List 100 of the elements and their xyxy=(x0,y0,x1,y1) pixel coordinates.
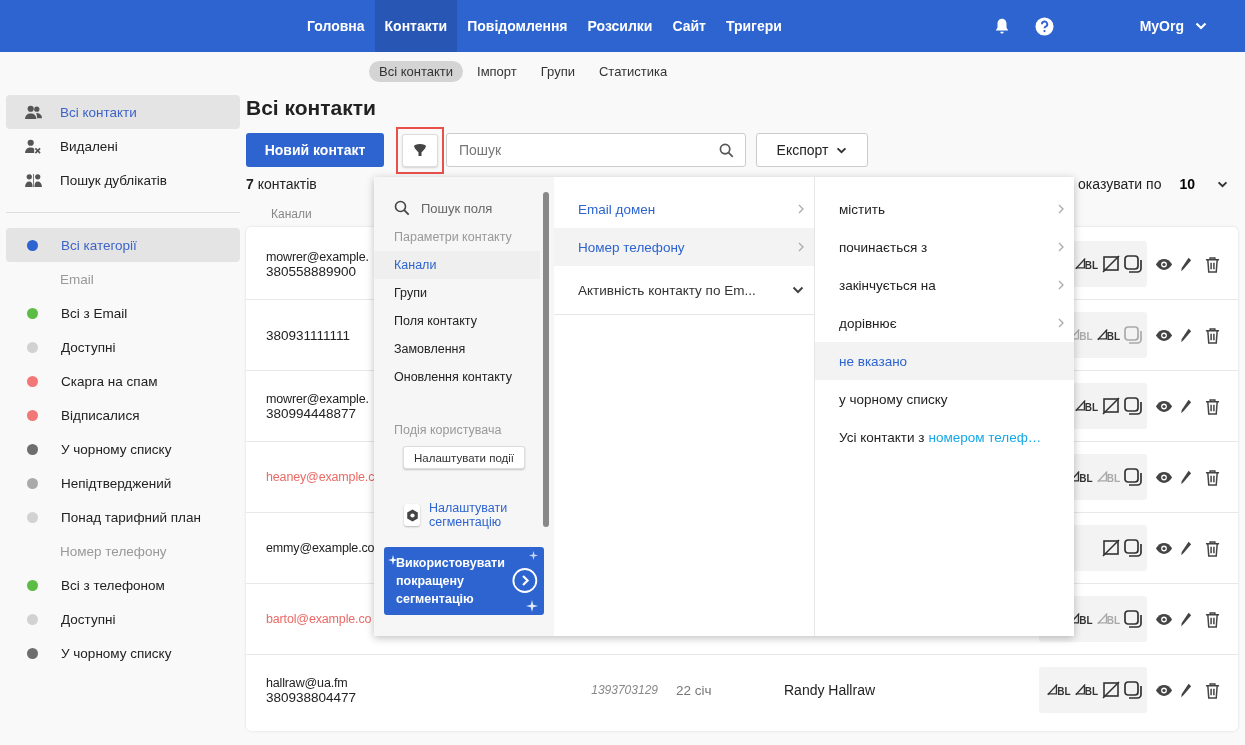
settings-icon[interactable] xyxy=(404,504,420,527)
delete-icon[interactable] xyxy=(1205,468,1220,486)
edit-icon[interactable] xyxy=(1180,681,1192,699)
edit-icon[interactable] xyxy=(1180,468,1192,486)
advanced-segmentation-button[interactable]: Використовувати покращену сегментацію xyxy=(384,546,544,615)
condition-item[interactable]: дорівнює xyxy=(815,304,1074,342)
menu-item[interactable]: Групи xyxy=(374,279,554,307)
message-off-icon[interactable] xyxy=(1102,255,1120,273)
page-size-select[interactable]: 10 xyxy=(1179,176,1228,192)
edit-icon[interactable] xyxy=(1180,397,1192,415)
export-button[interactable]: Експорт xyxy=(756,133,868,167)
contact-email: mowrer@example. xyxy=(266,249,369,264)
category-item[interactable]: Непідтверджений xyxy=(6,466,240,500)
delete-icon[interactable] xyxy=(1205,397,1220,415)
condition-text: Усі контакти з xyxy=(839,429,925,445)
view-icon[interactable] xyxy=(1155,257,1173,271)
menu-item[interactable]: Замовлення xyxy=(374,335,554,363)
contact-phone: 380558889900 xyxy=(266,263,357,279)
category-heading: Номер телефону xyxy=(59,542,168,561)
category-item[interactable]: Всі категорії xyxy=(6,228,240,262)
message-off-icon[interactable] xyxy=(1102,539,1120,557)
category-item[interactable]: Понад тарифний план xyxy=(6,500,240,534)
view-icon[interactable] xyxy=(1155,612,1173,626)
contact-email: emmy@example.co xyxy=(266,541,375,555)
condition-item[interactable]: містить xyxy=(815,190,1074,228)
help-icon[interactable] xyxy=(1034,16,1054,36)
segmentation-settings-link[interactable]: Налаштувати сегментацію xyxy=(429,501,524,530)
filter-button[interactable] xyxy=(402,133,438,167)
person-remove-icon xyxy=(25,138,42,154)
field-item[interactable]: Активність контакту по Em... xyxy=(554,266,814,315)
menu-item[interactable]: Оновлення контакту xyxy=(374,363,554,391)
stacked-squares-icon[interactable] xyxy=(1124,397,1143,415)
stacked-squares-icon[interactable] xyxy=(1124,681,1143,699)
subnav-tab[interactable]: Всі контакти xyxy=(369,60,463,82)
nav-tab[interactable]: Контакти xyxy=(374,0,458,52)
chevron-right-icon xyxy=(1058,242,1064,252)
stacked-squares-icon[interactable] xyxy=(1124,610,1143,628)
chevron-right-icon xyxy=(1058,280,1064,290)
people-split-icon xyxy=(25,172,42,188)
view-icon[interactable] xyxy=(1155,328,1173,342)
field-item[interactable]: Email домен xyxy=(554,190,814,228)
category-item[interactable]: Доступні xyxy=(6,602,240,636)
delete-icon[interactable] xyxy=(1205,255,1220,273)
delete-icon[interactable] xyxy=(1205,681,1220,699)
sparkle-icon xyxy=(526,599,538,612)
category-item[interactable]: Доступні xyxy=(6,330,240,364)
sidebar-item[interactable]: Всі контакти xyxy=(6,95,240,129)
message-off-icon[interactable] xyxy=(1102,397,1120,415)
category-item[interactable]: Всі з телефоном xyxy=(6,568,240,602)
delete-icon[interactable] xyxy=(1205,326,1220,344)
category-item[interactable]: У чорному списку xyxy=(6,432,240,466)
condition-item[interactable]: закінчується на xyxy=(815,266,1074,304)
field-item[interactable]: Номер телефону xyxy=(554,228,814,266)
view-icon[interactable] xyxy=(1155,683,1173,697)
sidebar-item[interactable]: Видалені xyxy=(6,129,240,163)
subnav-tab[interactable]: Статистика xyxy=(588,60,678,82)
sidebar-item[interactable]: Пошук дублікатів xyxy=(6,163,240,197)
edit-icon[interactable] xyxy=(1180,255,1192,273)
category-heading: Email xyxy=(59,270,95,289)
edit-icon[interactable] xyxy=(1180,326,1192,344)
arrow-circle-icon xyxy=(512,567,538,595)
configure-events-button[interactable]: Налаштувати події xyxy=(403,446,526,469)
subnav-tab[interactable]: Групи xyxy=(530,60,585,82)
nav-tab[interactable]: Розсилки xyxy=(577,0,663,52)
view-icon[interactable] xyxy=(1155,541,1173,555)
condition-item[interactable]: починається з xyxy=(815,228,1074,266)
people-icon xyxy=(25,104,42,120)
view-icon[interactable] xyxy=(1155,470,1173,484)
condition-item[interactable]: Усі контакти з номером телеф… xyxy=(815,418,1074,456)
stacked-squares-icon[interactable] xyxy=(1124,255,1143,273)
nav-tab[interactable]: Тригери xyxy=(715,0,792,52)
menu-item[interactable]: Поля контакту xyxy=(374,307,554,335)
category-item[interactable]: Відписалися xyxy=(6,398,240,432)
delete-icon[interactable] xyxy=(1205,539,1220,557)
chevron-down-icon xyxy=(1195,22,1207,30)
category-item[interactable]: Всі з Email xyxy=(6,296,240,330)
category-item[interactable]: Скарга на спам xyxy=(6,364,240,398)
menu-item[interactable]: Канали xyxy=(374,251,540,279)
search-field[interactable]: Пошук xyxy=(446,133,746,167)
view-icon[interactable] xyxy=(1155,399,1173,413)
stacked-squares-icon[interactable] xyxy=(1124,468,1143,486)
stacked-squares-icon[interactable] xyxy=(1124,539,1143,557)
delete-icon[interactable] xyxy=(1205,610,1220,628)
filter-icon xyxy=(413,143,427,157)
edit-icon[interactable] xyxy=(1180,539,1192,557)
condition-item[interactable]: не вказано xyxy=(815,342,1074,380)
chevron-right-icon xyxy=(798,242,804,252)
category-item[interactable]: У чорному списку xyxy=(6,636,240,670)
nav-tab[interactable]: Сайт xyxy=(662,0,716,52)
nav-tab[interactable]: Головна xyxy=(297,0,375,52)
edit-icon[interactable] xyxy=(1180,610,1192,628)
condition-item[interactable]: у чорному списку xyxy=(815,380,1074,418)
nav-tab[interactable]: Повідомлення xyxy=(457,0,578,52)
page-size-label: оказувати по xyxy=(1078,176,1162,192)
org-menu-button[interactable]: MyOrg xyxy=(1139,18,1207,34)
new-contact-button[interactable]: Новий контакт xyxy=(246,133,384,167)
subnav-tab[interactable]: Імпорт xyxy=(467,60,527,82)
message-off-icon[interactable] xyxy=(1102,681,1120,699)
scrollbar[interactable] xyxy=(543,192,549,527)
field-search[interactable]: Пошук поля xyxy=(419,199,533,217)
